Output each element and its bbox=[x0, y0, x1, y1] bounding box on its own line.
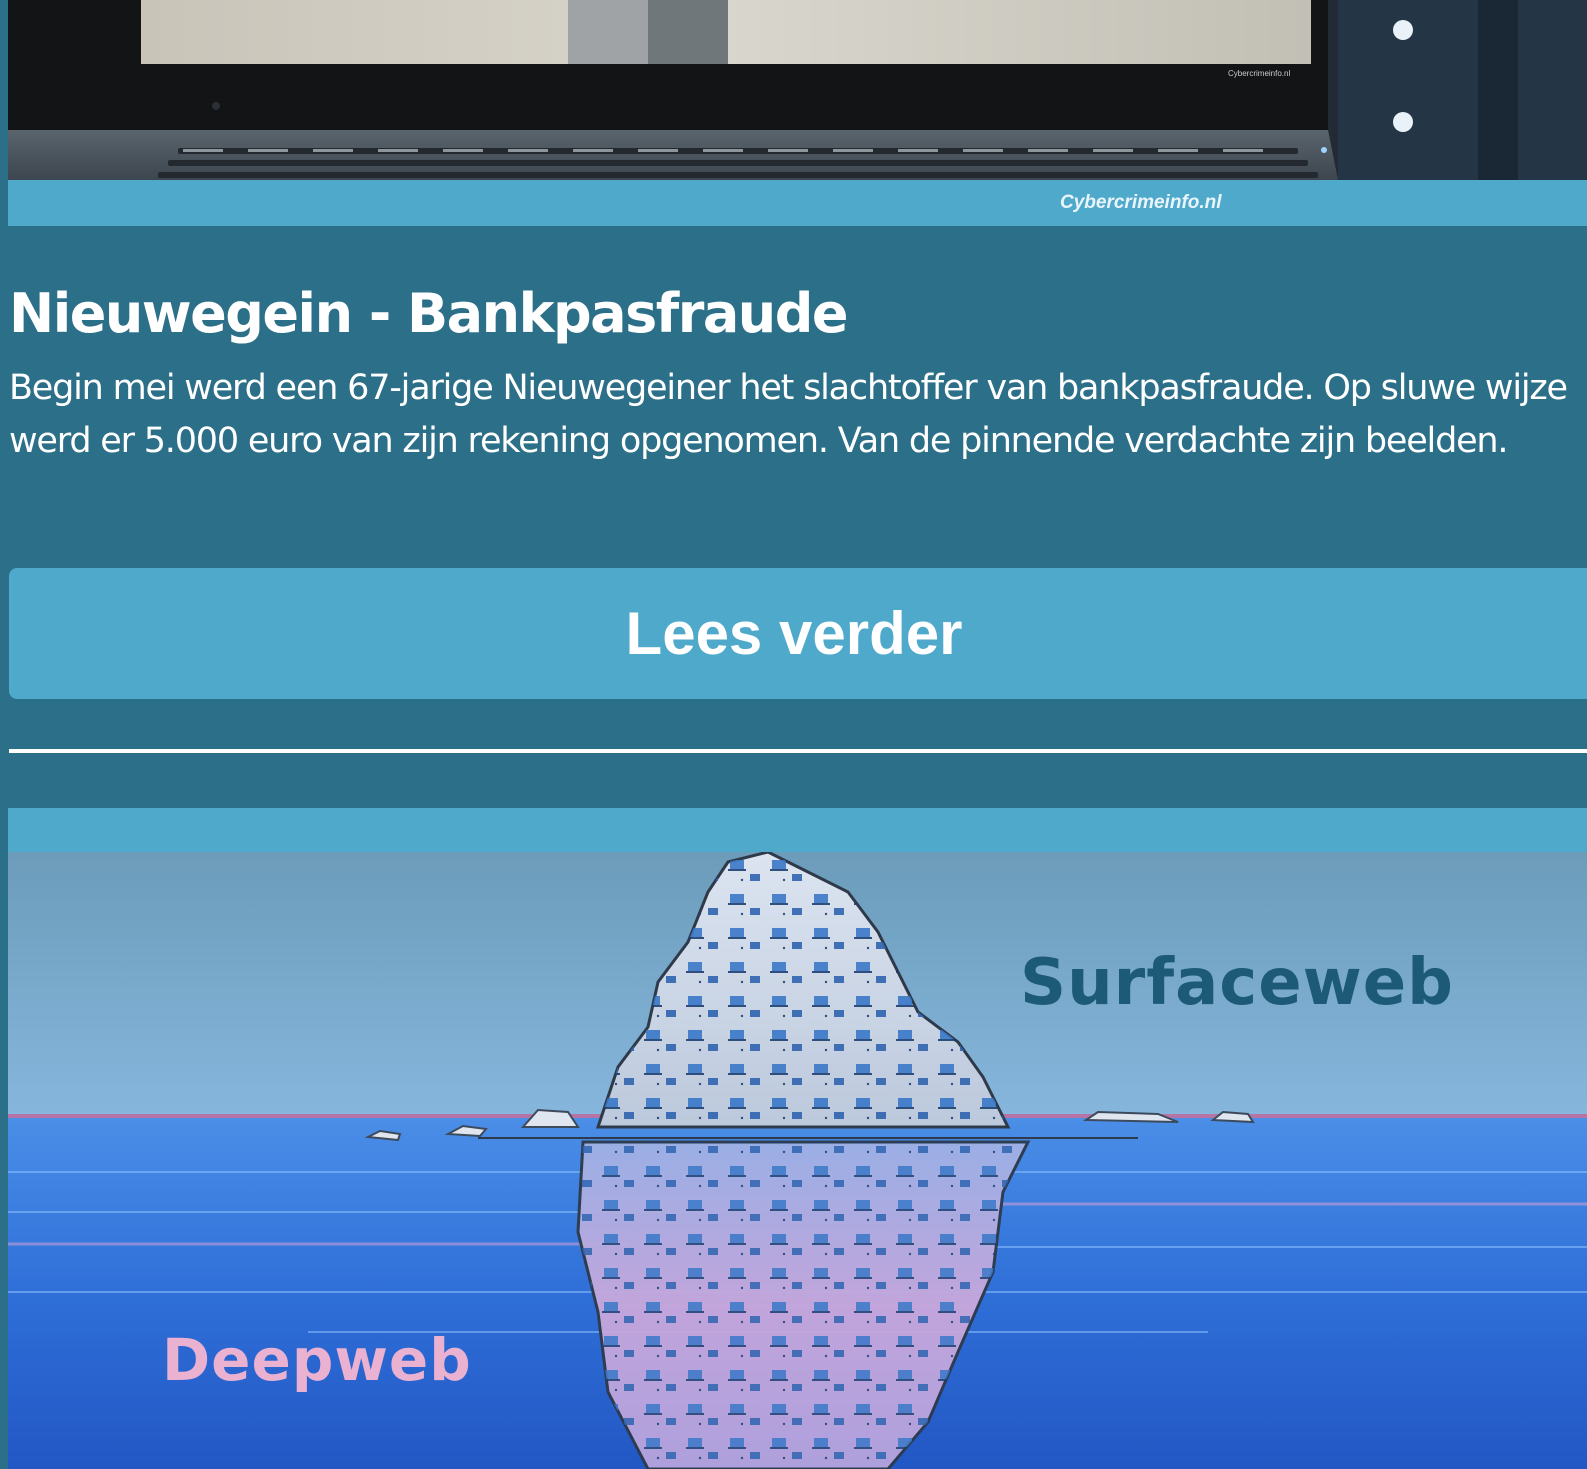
image-caption-bar: Cybercrimeinfo.nl bbox=[8, 180, 1587, 226]
article-summary: Begin mei werd een 67-jarige Nieuwegeine… bbox=[9, 368, 1568, 461]
read-more-label: Lees verder bbox=[625, 600, 963, 667]
read-more-button[interactable]: Lees verder bbox=[9, 568, 1587, 699]
article-image-iceberg[interactable]: Surfaceweb Deepweb bbox=[8, 852, 1587, 1469]
news-feed-page: Cybercrimeinfo.nl Cybercrimeinfo.nl Nieu… bbox=[0, 0, 1587, 1469]
deepweb-label: Deepweb bbox=[162, 1326, 472, 1394]
article-title[interactable]: Nieuwegein - Bankpasfraude bbox=[9, 282, 849, 345]
image-caption: Cybercrimeinfo.nl bbox=[1060, 192, 1222, 213]
article-divider bbox=[9, 749, 1587, 753]
surfaceweb-label: Surfaceweb bbox=[1020, 946, 1454, 1020]
article-image-laptop[interactable]: Cybercrimeinfo.nl bbox=[8, 0, 1587, 180]
image-top-bar bbox=[8, 808, 1587, 852]
screen-watermark: Cybercrimeinfo.nl bbox=[1228, 69, 1290, 78]
laptop-illustration: Cybercrimeinfo.nl bbox=[8, 0, 1587, 180]
